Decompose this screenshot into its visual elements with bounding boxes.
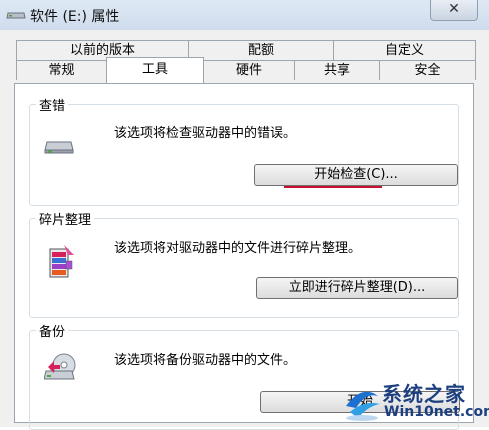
backup-description: 该选项将备份驱动器中的文件。 bbox=[114, 353, 297, 368]
drive-icon bbox=[6, 9, 26, 25]
window-title-bar: 软件 (E:) 属性 ✕ bbox=[0, 0, 489, 30]
start-check-button[interactable]: 开始检查(C)... bbox=[254, 164, 458, 186]
window-title: 软件 (E:) 属性 bbox=[30, 9, 120, 25]
error-check-title: 查错 bbox=[36, 95, 69, 114]
watermark: 系统之家 Win10net.com bbox=[340, 376, 489, 427]
error-check-description: 该选项将检查驱动器中的错误。 bbox=[114, 126, 297, 141]
watermark-url: Win10net.com bbox=[384, 404, 489, 420]
backup-icon bbox=[43, 351, 78, 391]
defrag-group: 碎片整理 该选项将对驱动器中的文件进行碎片整理。 立即进行碎片整理(D)... bbox=[29, 209, 459, 318]
tab-hardware[interactable]: 硬件 bbox=[203, 60, 295, 80]
watermark-logo-icon bbox=[342, 382, 382, 426]
tab-quota[interactable]: 配额 bbox=[188, 40, 334, 60]
defrag-description: 该选项将对驱动器中的文件进行碎片整理。 bbox=[114, 241, 362, 256]
hard-drive-icon bbox=[44, 135, 74, 161]
tab-tools[interactable]: 工具 bbox=[106, 57, 204, 83]
tab-security[interactable]: 安全 bbox=[379, 60, 476, 80]
defrag-title: 碎片整理 bbox=[36, 209, 95, 228]
tab-sharing[interactable]: 共享 bbox=[294, 60, 380, 80]
defrag-now-button[interactable]: 立即进行碎片整理(D)... bbox=[256, 277, 458, 299]
defrag-icon bbox=[44, 241, 78, 285]
watermark-brand: 系统之家 bbox=[382, 382, 466, 406]
close-button[interactable]: ✕ bbox=[430, 0, 478, 21]
backup-title: 备份 bbox=[36, 321, 69, 340]
tab-customize[interactable]: 自定义 bbox=[333, 40, 476, 60]
error-check-group: 查错 该选项将检查驱动器中的错误。 开始检查(C)... bbox=[29, 95, 459, 206]
highlight-underline bbox=[284, 186, 382, 188]
tools-tab-panel: 查错 该选项将检查驱动器中的错误。 开始检查(C)... 碎片整理 该选项将对驱… bbox=[14, 83, 474, 430]
close-icon: ✕ bbox=[448, 1, 460, 17]
tab-general[interactable]: 常规 bbox=[16, 60, 107, 80]
